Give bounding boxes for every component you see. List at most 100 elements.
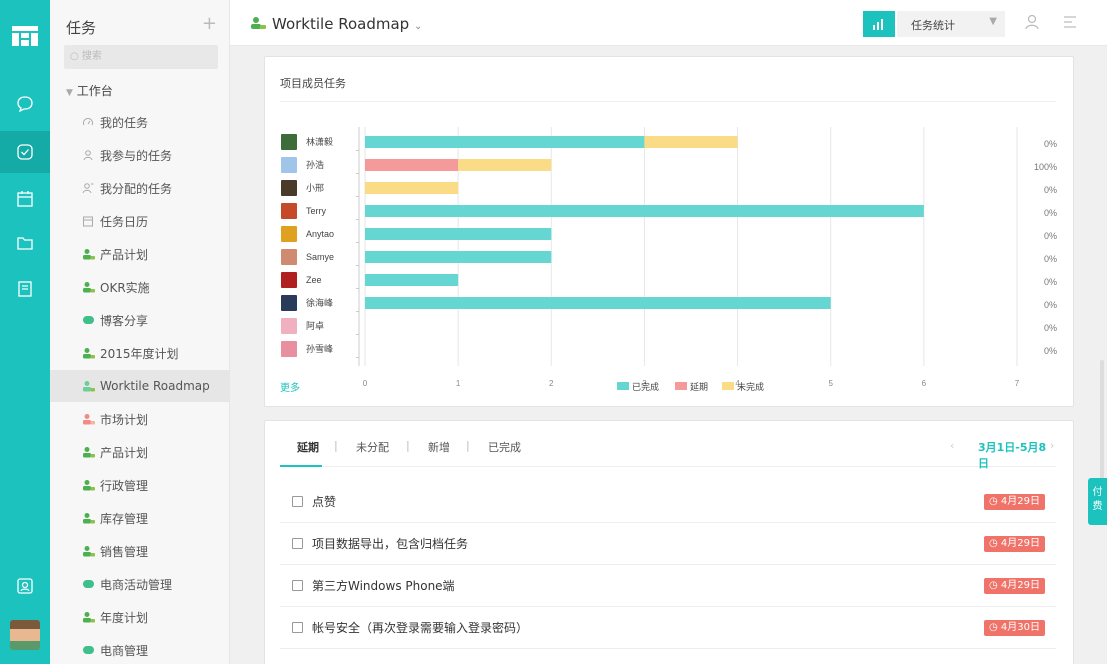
calendar-icon[interactable] — [9, 183, 41, 215]
prev-range-icon[interactable]: ‹ — [950, 439, 954, 452]
member-avatar — [281, 249, 297, 265]
legend-swatch — [617, 382, 629, 390]
team-icon — [81, 379, 95, 393]
tab-separator: | — [406, 439, 410, 452]
bar-已完成 — [365, 136, 645, 148]
sidebar-item[interactable]: 行政管理 — [50, 469, 230, 501]
cloud-icon — [81, 577, 95, 591]
bar-未完成 — [365, 182, 459, 194]
sidebar-item[interactable]: 我的任务 — [50, 106, 230, 138]
percentage-label: 0% — [1044, 277, 1057, 287]
sidebar-item[interactable]: 任务日历 — [50, 205, 230, 237]
worktile-logo-icon[interactable] — [12, 26, 38, 46]
sidebar-item[interactable]: 电商管理 — [50, 634, 230, 664]
tab-unassigned[interactable]: 未分配 — [356, 439, 389, 455]
calendar-icon — [81, 214, 95, 228]
bar-延期 — [365, 159, 459, 171]
due-date-text: 4月30日 — [1000, 622, 1040, 633]
sidebar-item-label: 我分配的任务 — [100, 181, 173, 196]
task-name[interactable]: 点赞 — [312, 493, 336, 510]
sidebar-search-input[interactable]: ○ 搜索 — [64, 45, 218, 69]
sidebar-item[interactable]: 电商活动管理 — [50, 568, 230, 600]
active-tab-underline — [280, 465, 322, 467]
task-name[interactable]: 第三方Windows Phone端 — [312, 577, 455, 594]
team-icon — [81, 511, 95, 525]
sidebar-item[interactable]: 产品计划 — [50, 436, 230, 468]
sidebar-item[interactable]: 销售管理 — [50, 535, 230, 567]
bar-未完成 — [458, 159, 552, 171]
sidebar-item[interactable]: 产品计划 — [50, 238, 230, 270]
folder-icon[interactable] — [9, 227, 41, 259]
more-link[interactable]: 更多 — [280, 379, 300, 394]
gauge-icon — [81, 115, 95, 129]
sidebar-item-label: Worktile Roadmap — [100, 379, 210, 393]
tab-new[interactable]: 新增 — [428, 439, 450, 455]
sidebar-item[interactable]: 博客分享 — [50, 304, 230, 336]
sidebar-item[interactable]: OKR实施 — [50, 271, 230, 303]
report-icon[interactable] — [9, 273, 41, 305]
sidebar-item-label: 产品计划 — [100, 445, 149, 460]
member-name-label: 徐海峰 — [306, 297, 333, 308]
legend-label: 未完成 — [737, 381, 764, 392]
percentage-label: 100% — [1034, 162, 1057, 172]
task-row[interactable]: 项目数据导出，包含归档任务 ◷ 4月29日 — [280, 523, 1056, 565]
bar-已完成 — [365, 251, 552, 263]
task-checkbox[interactable] — [292, 580, 303, 591]
percentage-label: 0% — [1044, 323, 1057, 333]
sidebar-item-label: 任务日历 — [100, 214, 149, 229]
workbench-group[interactable]: ▼ 工作台 — [66, 82, 113, 99]
sidebar-item[interactable]: 年度计划 — [50, 601, 230, 633]
task-name[interactable]: 项目数据导出，包含归档任务 — [312, 535, 468, 552]
pay-float-button[interactable]: 付费 — [1088, 478, 1107, 525]
tab-overdue[interactable]: 延期 — [297, 439, 319, 455]
task-checkbox[interactable] — [292, 622, 303, 633]
user-avatar[interactable] — [10, 620, 40, 650]
task-checkbox[interactable] — [292, 496, 303, 507]
view-select[interactable]: 任务统计 ▼ — [897, 11, 1005, 37]
clock-icon: ◷ — [989, 496, 1001, 507]
add-icon[interactable]: + — [202, 13, 217, 34]
legend-swatch — [722, 382, 734, 390]
task-row[interactable]: 点赞 ◷ 4月29日 — [280, 481, 1056, 523]
x-tick-label: 7 — [1015, 379, 1020, 388]
message-icon[interactable] — [9, 88, 41, 120]
project-title[interactable]: Worktile Roadmap ⌄ — [272, 15, 422, 33]
cloud-icon — [81, 313, 95, 327]
due-date-badge: ◷ 4月29日 — [984, 494, 1045, 510]
legend-label: 延期 — [690, 381, 708, 392]
date-range[interactable]: 3月1日-5月8日 — [978, 439, 1056, 471]
x-tick-label: 1 — [456, 379, 461, 388]
view-select-value: 任务统计 — [911, 19, 955, 32]
percentage-label: 0% — [1044, 139, 1057, 149]
cloud-icon — [81, 643, 95, 657]
task-list-card: 延期 | 未分配 | 新增 | 已完成 ‹ 3月1日-5月8日 › 点赞 ◷ 4月… — [264, 420, 1074, 664]
task-checkbox[interactable] — [292, 538, 303, 549]
sidebar-header: 任务 — [66, 19, 97, 37]
task-name[interactable]: 帐号安全（再次登录需要输入登录密码） — [312, 619, 528, 636]
member-avatar — [281, 226, 297, 242]
task-row[interactable]: 第三方Windows Phone端 ◷ 4月29日 — [280, 565, 1056, 607]
scrollbar[interactable] — [1100, 360, 1104, 480]
tab-completed[interactable]: 已完成 — [488, 439, 521, 455]
next-range-icon[interactable]: › — [1050, 439, 1054, 452]
sidebar-item[interactable]: 我参与的任务 — [50, 139, 230, 171]
member-icon[interactable] — [1025, 14, 1043, 30]
member-avatar — [281, 318, 297, 334]
sidebar-item[interactable]: 我分配的任务 — [50, 172, 230, 204]
clock-icon: ◷ — [989, 538, 1001, 549]
member-name-label: 小邢 — [306, 183, 324, 193]
caret-down-icon: ▼ — [66, 88, 73, 98]
sidebar-item[interactable]: Worktile Roadmap — [50, 370, 230, 402]
due-date-badge: ◷ 4月29日 — [984, 536, 1045, 552]
statistics-button[interactable] — [863, 11, 895, 37]
chart-icon — [873, 19, 883, 30]
sidebar-item[interactable]: 库存管理 — [50, 502, 230, 534]
menu-icon[interactable] — [1062, 14, 1078, 30]
task-icon[interactable] — [0, 131, 50, 173]
task-row[interactable]: 帐号安全（再次登录需要输入登录密码） ◷ 4月30日 — [280, 607, 1056, 649]
clock-icon: ◷ — [989, 622, 1001, 633]
sidebar-item[interactable]: 2015年度计划 — [50, 337, 230, 369]
contacts-icon[interactable] — [9, 570, 41, 602]
sidebar-item[interactable]: 市场计划 — [50, 403, 230, 435]
percentage-label: 0% — [1044, 231, 1057, 241]
